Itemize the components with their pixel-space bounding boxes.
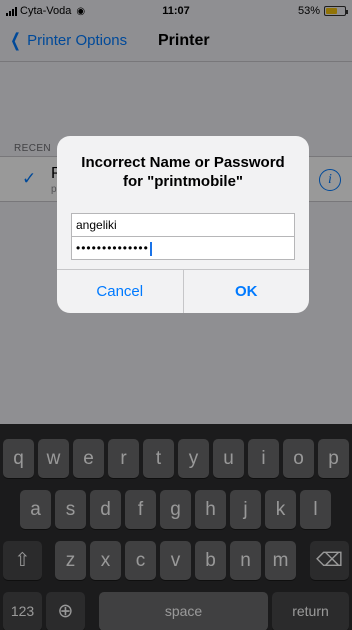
alert-title-line1: Incorrect Name or Password: [81, 154, 285, 171]
cancel-button[interactable]: Cancel: [57, 270, 184, 313]
login-alert: Incorrect Name or Password for "printmob…: [57, 136, 309, 313]
text-cursor: [149, 241, 152, 256]
username-value: angeliki: [76, 218, 117, 232]
username-field[interactable]: angeliki: [71, 213, 295, 237]
dim-overlay: [0, 0, 352, 630]
alert-buttons: Cancel OK: [57, 269, 309, 313]
ok-button[interactable]: OK: [184, 270, 310, 313]
password-value: ••••••••••••••: [76, 241, 149, 255]
alert-title-line2: for "printmobile": [122, 173, 244, 190]
password-field[interactable]: ••••••••••••••: [71, 236, 295, 260]
alert-title: Incorrect Name or Password for "printmob…: [69, 153, 297, 191]
